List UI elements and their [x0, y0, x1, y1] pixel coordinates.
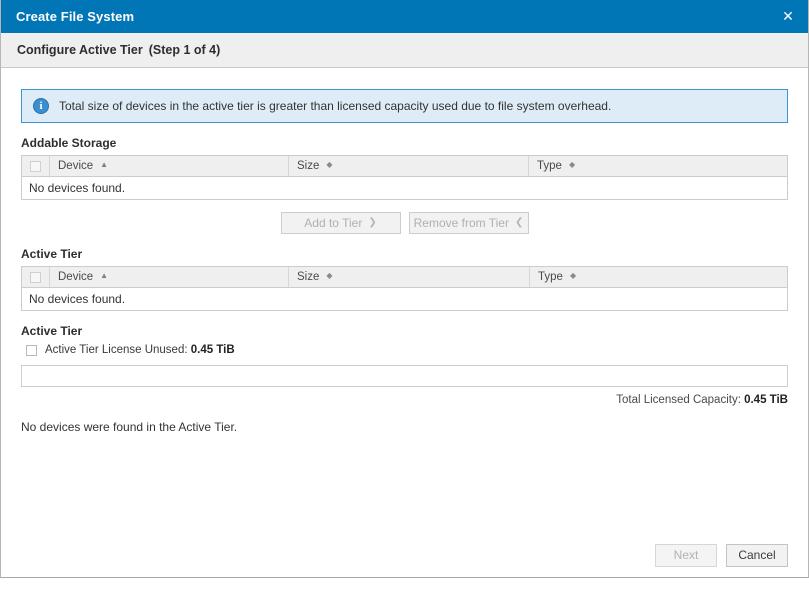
sort-ascending-icon: ▲	[100, 271, 109, 280]
dialog-footer: Next Cancel	[1, 533, 808, 577]
chevron-double-up-icon: ❮	[514, 217, 524, 228]
no-devices-note: No devices were found in the Active Tier…	[21, 420, 238, 434]
active-tier-header-row: Device ▲ Size ◆ Type ◆	[22, 267, 787, 288]
license-unused-checkbox[interactable]	[26, 344, 37, 356]
sort-none-icon: ◆	[326, 160, 333, 169]
active-tier-table-label: Active Tier	[21, 247, 83, 261]
add-to-tier-button[interactable]: Add to Tier ❯	[280, 212, 401, 234]
addable-storage-header-row: Device ▲ Size ◆ Type ◆	[22, 156, 787, 177]
addable-storage-label: Addable Storage	[21, 136, 117, 150]
capacity-section-label: Active Tier	[21, 324, 83, 338]
total-licensed-capacity: Total Licensed Capacity: 0.45 TiB	[21, 394, 788, 406]
remove-from-tier-label: Remove from Tier	[413, 216, 509, 230]
addable-storage-table: Device ▲ Size ◆ Type ◆ No devices found.	[21, 155, 788, 200]
dialog-title-bar: Create File System ✕	[1, 0, 808, 33]
active-tier-empty-message: No devices found.	[22, 288, 787, 310]
addable-storage-empty-message: No devices found.	[22, 177, 787, 199]
select-all-checkbox[interactable]	[30, 271, 41, 283]
capacity-legend: Active Tier License Unused: 0.45 TiB	[26, 344, 788, 356]
dialog-content: i Total size of devices in the active ti…	[1, 89, 808, 597]
column-label: Size	[297, 271, 320, 283]
create-file-system-dialog: Create File System ✕ Configure Active Ti…	[0, 0, 809, 578]
active-tier-select-all-header[interactable]	[22, 267, 50, 287]
license-unused-value: 0.45 TiB	[190, 344, 235, 356]
license-unused-label: Active Tier License Unused:	[45, 344, 188, 356]
next-button[interactable]: Next	[655, 543, 717, 567]
select-all-checkbox[interactable]	[30, 160, 41, 172]
wizard-step-bar: Configure Active Tier (Step 1 of 4)	[1, 33, 808, 68]
capacity-bar	[21, 365, 788, 387]
addable-storage-select-all-header[interactable]	[22, 156, 50, 176]
info-banner: i Total size of devices in the active ti…	[21, 89, 788, 123]
active-tier-column-device[interactable]: Device ▲	[50, 267, 289, 287]
info-circle-icon: i	[33, 98, 49, 114]
sort-none-icon: ◆	[568, 160, 576, 169]
column-label: Device	[58, 271, 94, 283]
step-counter: (Step 1 of 4)	[148, 43, 221, 57]
active-tier-column-size[interactable]: Size ◆	[289, 267, 530, 287]
license-unused-legend: Active Tier License Unused: 0.45 TiB	[45, 344, 235, 356]
column-label: Type	[538, 271, 563, 283]
active-tier-column-type[interactable]: Type ◆	[530, 267, 787, 287]
dialog-title: Create File System	[16, 9, 135, 24]
total-licensed-capacity-value: 0.45 TiB	[744, 394, 788, 406]
addable-storage-column-size[interactable]: Size ◆	[289, 156, 529, 176]
column-label: Size	[297, 160, 320, 172]
chevron-double-down-icon: ❯	[368, 217, 377, 228]
column-label: Device	[58, 160, 94, 172]
sort-none-icon: ◆	[326, 271, 333, 280]
tier-action-buttons: Add to Tier ❯ Remove from Tier ❮	[21, 212, 788, 234]
total-licensed-capacity-label: Total Licensed Capacity:	[616, 394, 741, 406]
sort-none-icon: ◆	[569, 271, 577, 280]
info-banner-message: Total size of devices in the active tier…	[59, 99, 612, 113]
active-tier-table: Device ▲ Size ◆ Type ◆ No devices found.	[21, 266, 788, 311]
add-to-tier-label: Add to Tier	[304, 216, 363, 230]
cancel-button[interactable]: Cancel	[726, 543, 788, 567]
addable-storage-column-type[interactable]: Type ◆	[529, 156, 787, 176]
step-title: Configure Active Tier	[17, 43, 143, 57]
close-icon[interactable]: ✕	[768, 0, 808, 33]
sort-ascending-icon: ▲	[100, 160, 109, 169]
column-label: Type	[537, 160, 562, 172]
remove-from-tier-button[interactable]: Remove from Tier ❮	[408, 212, 529, 234]
addable-storage-column-device[interactable]: Device ▲	[50, 156, 289, 176]
